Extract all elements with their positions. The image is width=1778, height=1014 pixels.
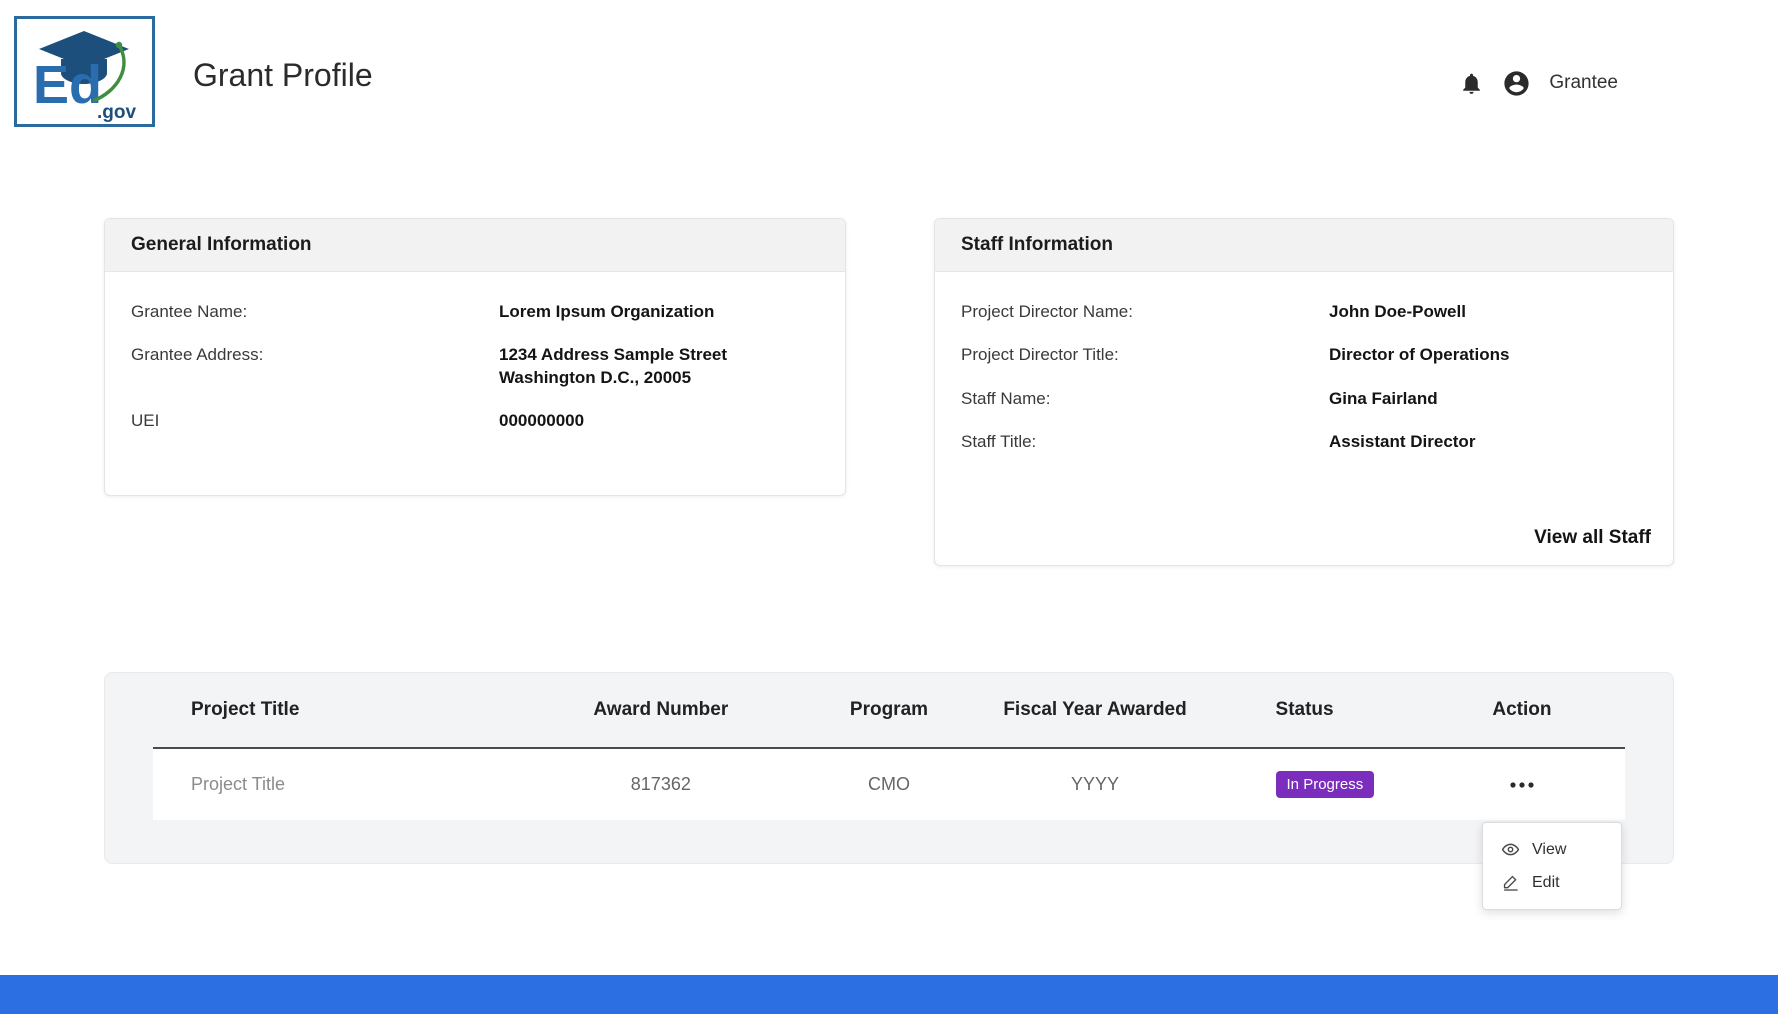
grantee-address-label: Grantee Address: xyxy=(131,343,499,389)
menu-item-edit-label: Edit xyxy=(1532,874,1560,892)
staff-name-value: Gina Fairland xyxy=(1329,387,1647,410)
status-badge: In Progress xyxy=(1276,771,1375,798)
project-director-title-label: Project Director Title: xyxy=(961,343,1329,366)
edit-icon xyxy=(1501,873,1520,892)
staff-title-label: Staff Title: xyxy=(961,430,1329,453)
view-all-staff-link[interactable]: View all Staff xyxy=(1534,527,1651,549)
table-row: Project Title 817362 CMO YYYY In Progres… xyxy=(153,748,1625,820)
ed-gov-logo[interactable]: Ed .gov xyxy=(14,16,155,127)
grantee-address-row: Grantee Address: 1234 Address Sample Str… xyxy=(131,343,819,389)
projects-table-header-row: Project Title Award Number Program Fisca… xyxy=(153,673,1625,748)
address-line-1: 1234 Address Sample Street xyxy=(499,343,819,366)
svg-text:Ed: Ed xyxy=(33,55,102,115)
staff-name-row: Staff Name: Gina Fairland xyxy=(961,387,1647,410)
staff-information-card: Staff Information Project Director Name:… xyxy=(934,218,1674,566)
uei-value: 000000000 xyxy=(499,409,819,432)
menu-item-view[interactable]: View xyxy=(1483,833,1621,866)
grantee-name-value: Lorem Ipsum Organization xyxy=(499,300,819,323)
menu-item-view-label: View xyxy=(1532,841,1566,859)
staff-information-title: Staff Information xyxy=(935,219,1673,272)
col-header-project-title: Project Title xyxy=(153,673,506,748)
general-information-title: General Information xyxy=(105,219,845,272)
action-dropdown-menu: View Edit xyxy=(1482,822,1622,910)
grantee-address-value: 1234 Address Sample Street Washington D.… xyxy=(499,343,819,389)
projects-table-wrap: Project Title Award Number Program Fisca… xyxy=(153,673,1625,820)
col-header-status: Status xyxy=(1228,673,1419,748)
project-director-name-label: Project Director Name: xyxy=(961,300,1329,323)
svg-text:.gov: .gov xyxy=(97,102,136,123)
uei-row: UEI 000000000 xyxy=(131,409,819,432)
general-information-card: General Information Grantee Name: Lorem … xyxy=(104,218,846,496)
grantee-name-row: Grantee Name: Lorem Ipsum Organization xyxy=(131,300,819,323)
app-header: Ed .gov Grant Profile Grantee xyxy=(0,0,1778,127)
cell-action xyxy=(1419,748,1625,820)
bell-icon[interactable] xyxy=(1459,71,1484,96)
staff-name-label: Staff Name: xyxy=(961,387,1329,410)
account-icon[interactable] xyxy=(1502,69,1531,98)
project-director-name-value: John Doe-Powell xyxy=(1329,300,1647,323)
general-information-body: Grantee Name: Lorem Ipsum Organization G… xyxy=(105,272,845,432)
page-title: Grant Profile xyxy=(193,59,373,91)
project-director-title-row: Project Director Title: Director of Oper… xyxy=(961,343,1647,366)
cell-project-title: Project Title xyxy=(153,748,506,820)
ed-gov-logo-icon: Ed .gov xyxy=(17,19,152,124)
grantee-name-label: Grantee Name: xyxy=(131,300,499,323)
projects-table: Project Title Award Number Program Fisca… xyxy=(153,673,1625,820)
project-director-title-value: Director of Operations xyxy=(1329,343,1647,366)
address-line-2: Washington D.C., 20005 xyxy=(499,366,819,389)
col-header-award-number: Award Number xyxy=(506,673,815,748)
more-actions-icon[interactable] xyxy=(1502,774,1542,796)
uei-label: UEI xyxy=(131,409,499,432)
menu-item-edit[interactable]: Edit xyxy=(1483,866,1621,899)
cell-award-number: 817362 xyxy=(506,748,815,820)
projects-table-card: Project Title Award Number Program Fisca… xyxy=(104,672,1674,864)
cell-program: CMO xyxy=(815,748,962,820)
cell-fiscal-year: YYYY xyxy=(963,748,1228,820)
col-header-program: Program xyxy=(815,673,962,748)
staff-title-row: Staff Title: Assistant Director xyxy=(961,430,1647,453)
staff-title-value: Assistant Director xyxy=(1329,430,1647,453)
project-director-name-row: Project Director Name: John Doe-Powell xyxy=(961,300,1647,323)
col-header-fiscal-year: Fiscal Year Awarded xyxy=(963,673,1228,748)
header-actions: Grantee xyxy=(1459,66,1618,100)
eye-icon xyxy=(1501,840,1520,859)
col-header-action: Action xyxy=(1419,673,1625,748)
cell-status: In Progress xyxy=(1228,748,1419,820)
grant-profile-page: Ed .gov Grant Profile Grantee General In xyxy=(0,0,1778,1014)
user-role-label[interactable]: Grantee xyxy=(1549,72,1618,94)
staff-information-body: Project Director Name: John Doe-Powell P… xyxy=(935,272,1673,453)
footer-bar xyxy=(0,975,1778,1014)
